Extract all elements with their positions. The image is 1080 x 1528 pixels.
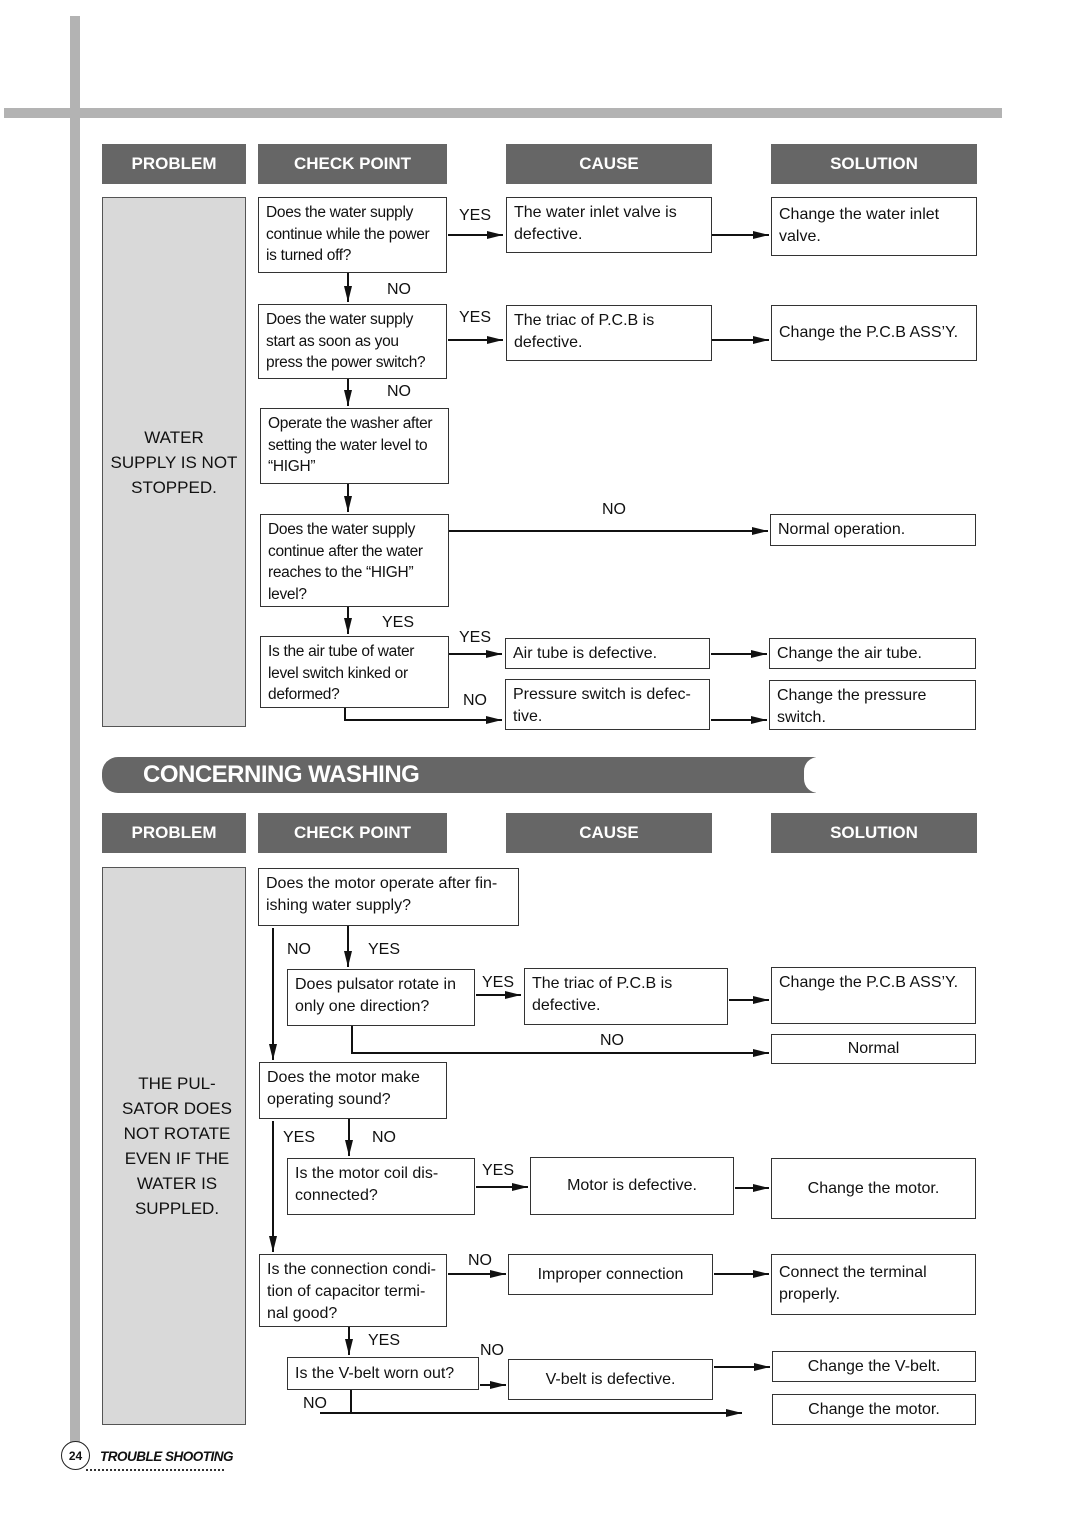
page-number: 24 bbox=[61, 1441, 90, 1470]
footer-dotted-rule bbox=[86, 1469, 224, 1471]
footer-section-title: TROUBLE SHOOTING bbox=[100, 1449, 234, 1464]
arrow bbox=[351, 1026, 769, 1057]
arrow bbox=[344, 708, 502, 724]
flow-arrows bbox=[269, 231, 770, 1417]
